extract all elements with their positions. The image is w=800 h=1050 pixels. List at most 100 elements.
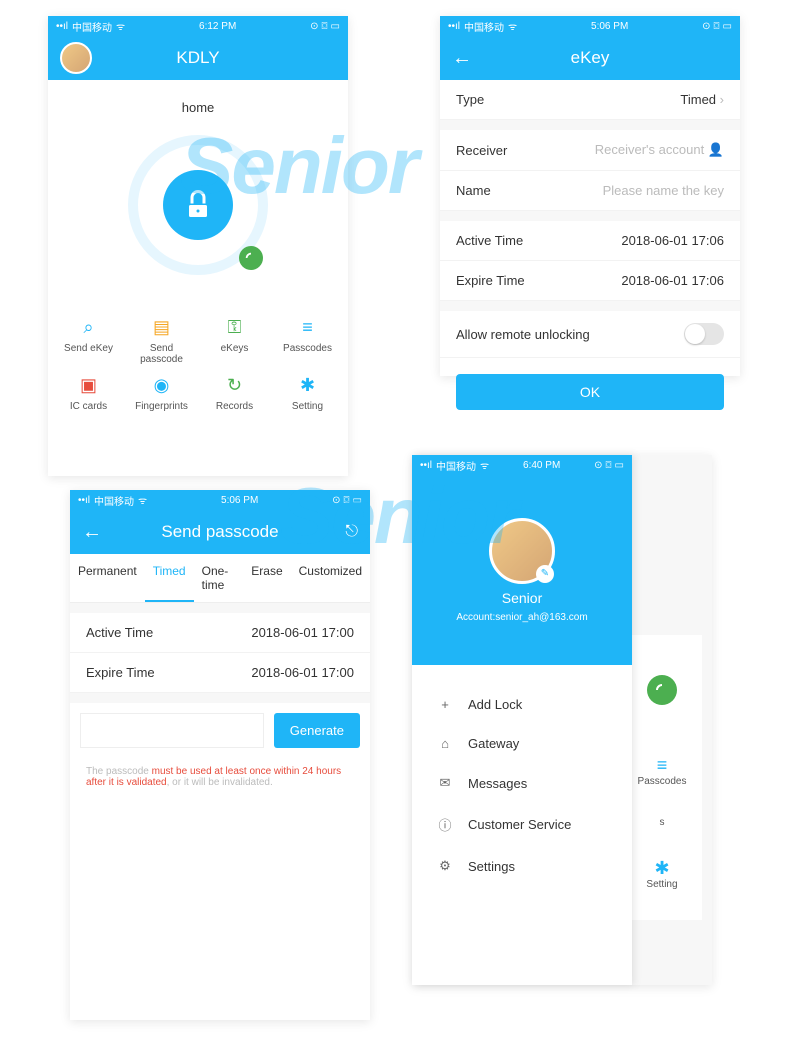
label: Type <box>456 92 484 107</box>
tab-one-time[interactable]: One-time <box>194 554 244 602</box>
avatar[interactable] <box>60 42 92 74</box>
signal-icon: ••ıl <box>448 21 460 32</box>
value: 2018-06-01 17:06 <box>621 273 724 288</box>
grid-ic-cards[interactable]: ▣IC cards <box>56 373 121 412</box>
time: 6:12 PM <box>199 21 236 32</box>
user-name: Senior <box>502 590 542 606</box>
generate-button[interactable]: Generate <box>274 713 360 748</box>
passcode-note: The passcode must be used at least once … <box>70 758 370 796</box>
lock-name: home <box>182 100 215 115</box>
placeholder: Receiver's account <box>595 142 704 157</box>
grid-setting[interactable]: ✱Setting <box>275 373 340 412</box>
label: Receiver <box>456 143 507 158</box>
signal-icon: ••ıl <box>56 21 68 32</box>
grid-ekeys[interactable]: ⚿eKeys <box>202 315 267 365</box>
expire-time-row[interactable]: Expire Time 2018-06-01 17:00 <box>70 653 370 693</box>
grid-send-ekey[interactable]: ⌕Send eKey <box>56 315 121 365</box>
label: Allow remote unlocking <box>456 327 590 342</box>
drawer: ••ıl中国移动ᯤ 6:40 PM ⊙⌼▭ Senior Account:sen… <box>412 455 632 985</box>
time: 5:06 PM <box>221 495 258 506</box>
active-time-row[interactable]: Active Time 2018-06-01 17:00 <box>70 613 370 653</box>
receiver-row[interactable]: Receiver Receiver's account 👤 <box>440 130 740 171</box>
wifi-icon: ᯤ <box>480 458 489 472</box>
status-bar: ••ıl中国移动ᯤ 5:06 PM ⊙⌼▭ <box>70 490 370 510</box>
time: 5:06 PM <box>591 21 628 32</box>
menu-add-lock[interactable]: +Add Lock <box>412 685 632 724</box>
carrier: 中国移动 <box>72 19 112 34</box>
status-bar: ••ıl 中国移动 ᯤ 5:06 PM ⊙ ⌼▭ <box>440 16 740 36</box>
label: Active Time <box>86 625 153 640</box>
name-row[interactable]: Name Please name the key <box>440 171 740 211</box>
header: KDLY <box>48 36 348 80</box>
signal-icon: ••ıl <box>420 460 432 471</box>
phone-home: ••ıl 中国移动 ᯤ 6:12 PM ⊙ ⌼▭ KDLY home ⌕Send eK… <box>48 16 348 476</box>
tabs: PermanentTimedOne-timeEraseCustomized <box>70 554 370 603</box>
menu-gateway[interactable]: ⌂Gateway <box>412 724 632 763</box>
header: ← Send passcode ⎋ <box>70 510 370 554</box>
battery-icon: ▭ <box>723 21 732 32</box>
tab-erase[interactable]: Erase <box>243 554 290 602</box>
carrier: 中国移动 <box>464 19 504 34</box>
avatar[interactable] <box>489 518 555 584</box>
carrier: 中国移动 <box>436 458 476 473</box>
header: ← eKey <box>440 36 740 80</box>
value: 2018-06-01 17:00 <box>251 625 354 640</box>
tab-permanent[interactable]: Permanent <box>70 554 145 602</box>
alarm-icon: ⊙ <box>594 460 602 471</box>
label: Expire Time <box>86 665 155 680</box>
battery-icon: ▭ <box>331 21 340 32</box>
alarm-icon: ⊙ <box>702 21 710 32</box>
back-icon[interactable]: ← <box>82 521 102 544</box>
signal-icon: ••ıl <box>78 495 90 506</box>
bt-icon: ⌼ <box>322 21 328 32</box>
label: Name <box>456 183 491 198</box>
carrier: 中国移动 <box>94 493 134 508</box>
bt-icon: ⌼ <box>714 21 720 32</box>
value: 2018-06-01 17:00 <box>251 665 354 680</box>
menu-customer-service[interactable]: ⓘCustomer Service <box>412 803 632 846</box>
value: Timed <box>680 92 716 107</box>
chevron-right-icon: › <box>720 92 724 107</box>
active-time-row[interactable]: Active Time 2018-06-01 17:06 <box>440 221 740 261</box>
back-icon[interactable]: ← <box>452 47 472 70</box>
grid-send-passcode[interactable]: ▤Send passcode <box>129 315 194 365</box>
menu-messages[interactable]: ✉Messages <box>412 763 632 803</box>
ok-button[interactable]: OK <box>456 374 724 410</box>
alarm-icon: ⊙ <box>310 21 318 32</box>
user-icon: 👤 <box>708 142 724 157</box>
remote-toggle[interactable] <box>684 323 724 345</box>
phone-ekey: ••ıl 中国移动 ᯤ 5:06 PM ⊙ ⌼▭ ← eKey Type Timed ›… <box>440 16 740 376</box>
bg-passcodes: ≡Passcodes <box>622 755 702 787</box>
lock-button[interactable] <box>128 135 268 275</box>
background-content: ≡Passcodes s ✱Setting <box>622 635 702 920</box>
bt-icon: ⌼ <box>606 460 612 471</box>
wifi-icon: ᯤ <box>116 19 125 33</box>
account-label: Account: <box>456 612 495 623</box>
grid-fingerprints[interactable]: ◉Fingerprints <box>129 373 194 412</box>
value: 2018-06-01 17:06 <box>621 233 724 248</box>
alarm-icon: ⊙ <box>332 495 340 506</box>
tab-timed[interactable]: Timed <box>145 554 194 602</box>
menu-list: +Add Lock⌂Gateway✉MessagesⓘCustomer Serv… <box>412 665 632 906</box>
passcode-input[interactable] <box>80 713 264 748</box>
label: Expire Time <box>456 273 525 288</box>
grid-records[interactable]: ↻Records <box>202 373 267 412</box>
wifi-badge-icon <box>647 675 677 705</box>
phone-passcode: ••ıl中国移动ᯤ 5:06 PM ⊙⌼▭ ← Send passcode ⎋ … <box>70 490 370 1020</box>
bg-s: s <box>622 817 702 828</box>
wifi-icon: ᯤ <box>138 493 147 507</box>
expire-time-row[interactable]: Expire Time 2018-06-01 17:06 <box>440 261 740 301</box>
wifi-badge-icon <box>239 246 263 270</box>
menu-settings[interactable]: ⚙Settings <box>412 846 632 886</box>
share-icon[interactable]: ⎋ <box>345 523 358 541</box>
label: Active Time <box>456 233 523 248</box>
type-row[interactable]: Type Timed › <box>440 80 740 120</box>
bg-setting: ✱Setting <box>622 858 702 890</box>
app-title: KDLY <box>176 48 219 68</box>
tab-customized[interactable]: Customized <box>291 554 370 602</box>
page-title: eKey <box>571 48 610 68</box>
grid-passcodes[interactable]: ≡Passcodes <box>275 315 340 365</box>
placeholder: Please name the key <box>603 183 724 198</box>
wifi-icon: ᯤ <box>508 19 517 33</box>
remote-unlock-row: Allow remote unlocking <box>440 311 740 358</box>
